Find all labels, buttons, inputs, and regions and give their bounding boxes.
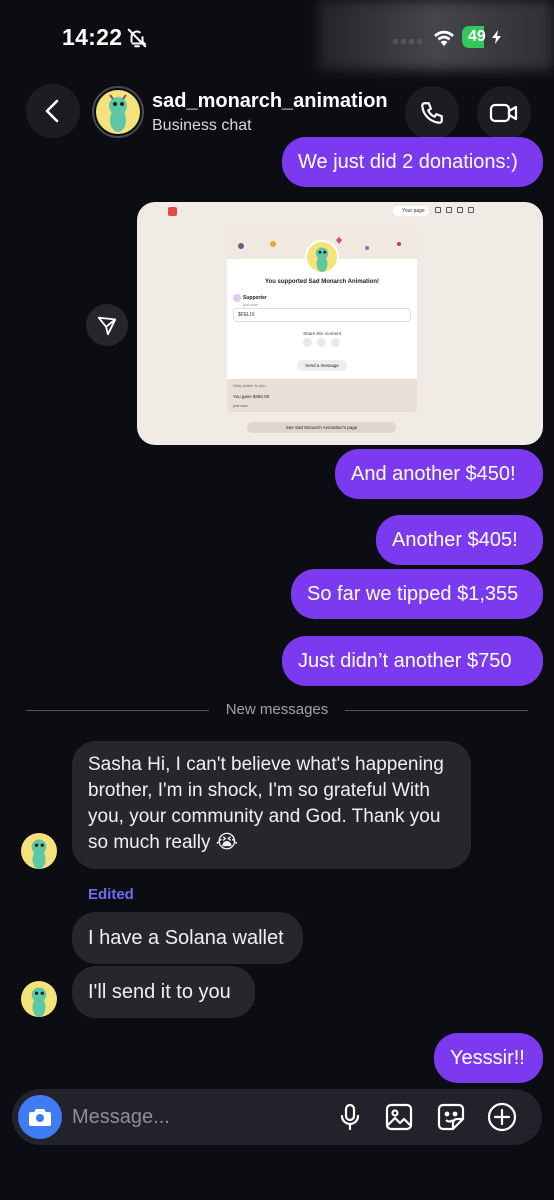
incoming-message[interactable]: Sasha Hi, I can't believe what's happeni… bbox=[72, 741, 471, 869]
contact-subtitle: Business chat bbox=[152, 117, 252, 134]
status-bar: 14:22 49 bbox=[0, 0, 554, 76]
sticker-icon bbox=[437, 1103, 465, 1131]
card-send-message: Send a message bbox=[297, 360, 347, 371]
gallery-button[interactable] bbox=[384, 1102, 414, 1132]
card-share-label: Share this moment bbox=[303, 331, 341, 336]
outgoing-message[interactable]: Just didn’t another $750 bbox=[282, 636, 543, 686]
bell-off-icon bbox=[127, 28, 147, 48]
plus-circle-icon bbox=[487, 1102, 517, 1132]
card-supporter: Supporter bbox=[243, 295, 267, 301]
outgoing-message[interactable]: Another $405! bbox=[376, 515, 543, 565]
edited-label: Edited bbox=[88, 886, 134, 903]
card-input: $FELIX bbox=[233, 308, 411, 322]
outgoing-message[interactable]: Yesssir!! bbox=[434, 1033, 543, 1083]
image-icon bbox=[385, 1103, 413, 1131]
card-dino-avatar-icon bbox=[305, 240, 339, 274]
camera-icon bbox=[29, 1109, 51, 1126]
card-title: You supported Sad Monarch Animation! bbox=[265, 279, 379, 285]
back-button[interactable] bbox=[26, 84, 80, 138]
paper-plane-icon bbox=[97, 316, 117, 336]
microphone-icon bbox=[340, 1103, 360, 1131]
profile-avatar[interactable] bbox=[92, 86, 144, 138]
sticker-button[interactable] bbox=[436, 1102, 466, 1132]
new-messages-divider: New messages bbox=[26, 699, 528, 721]
card-note-visibility: Only visible to you bbox=[233, 383, 266, 388]
contact-name[interactable]: sad_monarch_animation bbox=[152, 90, 388, 113]
card-top-bar: Your page bbox=[137, 202, 543, 220]
outgoing-message[interactable]: We just did 2 donations:) bbox=[282, 137, 543, 187]
dino-avatar-icon bbox=[96, 90, 140, 134]
microphone-button[interactable] bbox=[335, 1102, 365, 1132]
outgoing-message[interactable]: So far we tipped $1,355 bbox=[291, 569, 543, 619]
wifi-icon bbox=[434, 30, 454, 46]
outgoing-message[interactable]: And another $450! bbox=[335, 449, 543, 499]
camera-button[interactable] bbox=[18, 1095, 62, 1139]
ko-fi-logo-icon bbox=[168, 207, 177, 216]
chevron-left-icon bbox=[45, 99, 59, 123]
card-page-button: See Sad Monarch Animation's page bbox=[247, 422, 396, 433]
incoming-message[interactable]: I'll send it to you bbox=[72, 966, 255, 1018]
add-button[interactable] bbox=[487, 1102, 517, 1132]
divider-label: New messages bbox=[225, 701, 329, 718]
sender-avatar-icon[interactable] bbox=[21, 833, 57, 869]
supporter-avatar-icon bbox=[233, 294, 241, 302]
phone-icon bbox=[421, 102, 443, 124]
share-button[interactable] bbox=[86, 304, 128, 346]
message-composer bbox=[12, 1089, 542, 1145]
charging-bolt-icon bbox=[492, 30, 501, 44]
card-top-icons bbox=[435, 207, 474, 213]
card-timestamp: just now bbox=[243, 302, 258, 307]
sender-avatar-icon[interactable] bbox=[21, 981, 57, 1017]
video-call-button[interactable] bbox=[477, 86, 531, 140]
card-panel: You supported Sad Monarch Animation! Sup… bbox=[227, 224, 417, 412]
incoming-message[interactable]: I have a Solana wallet bbox=[72, 912, 303, 964]
card-note-time: just now bbox=[233, 403, 248, 408]
shared-screenshot-card[interactable]: Your page You supported Sad Monarch Anim… bbox=[137, 202, 543, 445]
battery-level: 49 bbox=[468, 28, 486, 45]
battery-indicator: 49 bbox=[462, 26, 506, 48]
card-share-icons bbox=[303, 338, 340, 347]
cellular-signal-icon bbox=[393, 39, 422, 44]
card-note-amount: You gave $450.00 bbox=[233, 394, 270, 399]
message-input[interactable] bbox=[72, 1103, 322, 1131]
card-your-page-pill: Your page bbox=[393, 206, 429, 216]
status-time: 14:22 bbox=[62, 24, 123, 50]
voice-call-button[interactable] bbox=[405, 86, 459, 140]
video-camera-icon bbox=[489, 103, 518, 123]
